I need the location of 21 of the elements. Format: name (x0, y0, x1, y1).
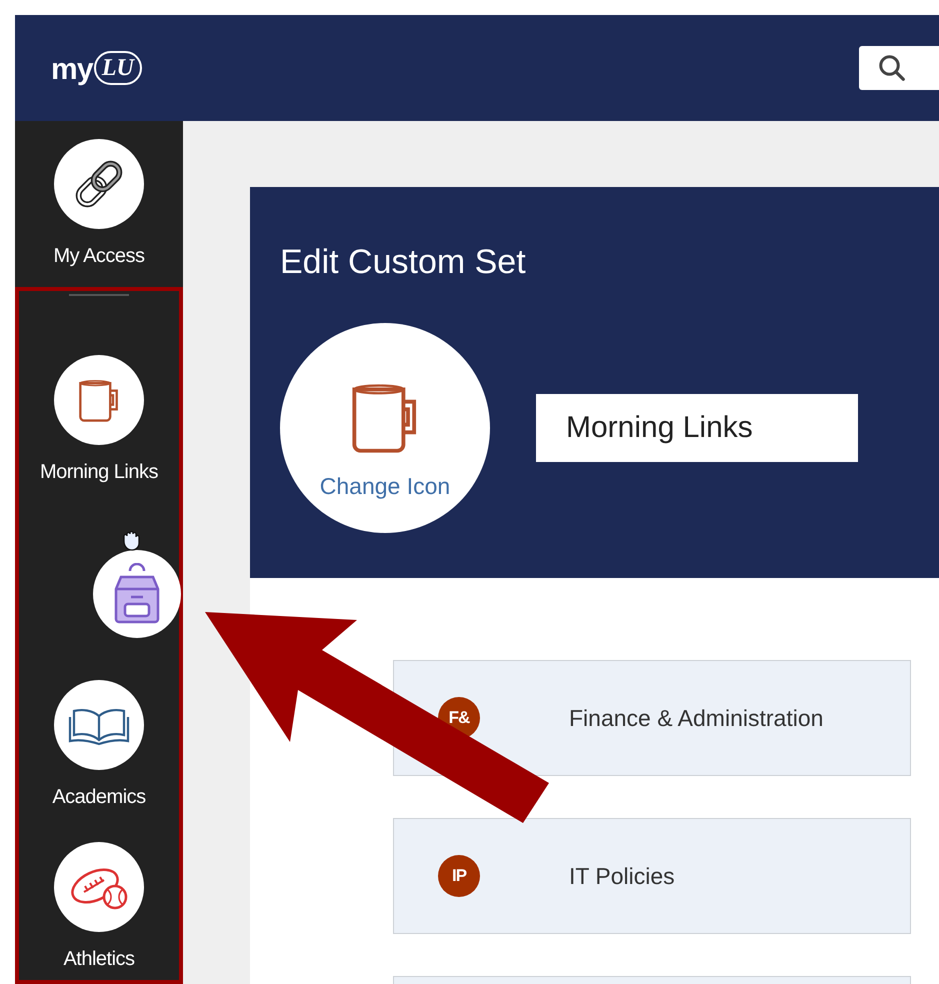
panel-title: Edit Custom Set (280, 245, 527, 279)
sidebar-item[interactable]: Athletics (19, 842, 179, 974)
logo[interactable]: my LU (51, 51, 142, 85)
sidebar-item[interactable]: Academics (19, 680, 179, 812)
sidebar-item-label: Athletics (63, 947, 135, 972)
sidebar-item[interactable]: Morning Links (19, 355, 179, 487)
link-item[interactable]: F& Finance & Administration (393, 660, 911, 776)
link-item-label: IT Policies (569, 862, 675, 891)
sidebar-item-label: My Access (53, 244, 145, 269)
sidebar-item-label: Academics (52, 785, 146, 810)
change-icon-button[interactable]: Change Icon (280, 323, 490, 533)
set-name-field[interactable]: Morning Links (536, 394, 858, 462)
logo-text: my (51, 55, 93, 85)
search-field[interactable] (859, 46, 939, 90)
sidebar-item[interactable]: My Access (15, 139, 183, 271)
initials-badge: IP (438, 855, 480, 897)
link-item-label: Finance & Administration (569, 704, 824, 733)
sidebar-item-label: Morning Links (40, 460, 158, 485)
logo-cloud-mark: LU (94, 51, 142, 85)
search-icon (877, 53, 907, 83)
link-item[interactable]: IP IT Policies (393, 818, 911, 934)
